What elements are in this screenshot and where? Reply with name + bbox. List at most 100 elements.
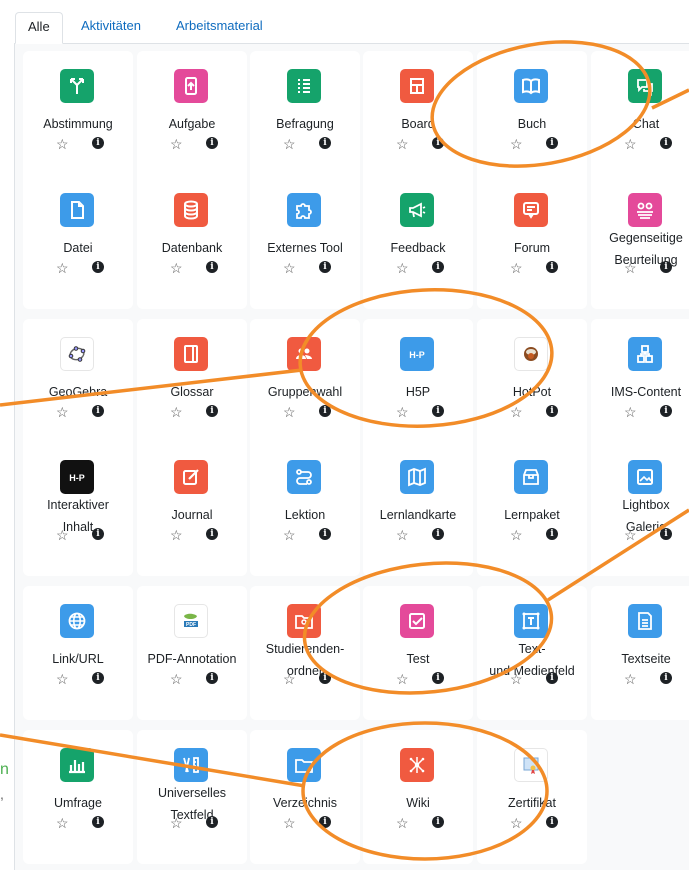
star-icon[interactable]: ☆ <box>56 672 69 686</box>
tab-all[interactable]: Alle <box>15 12 63 44</box>
star-icon[interactable]: ☆ <box>624 405 637 419</box>
activity-tile-lernpaket[interactable]: Lernpaket ☆ i <box>477 442 587 576</box>
star-icon[interactable]: ☆ <box>510 405 523 419</box>
star-icon[interactable]: ☆ <box>396 261 409 275</box>
activity-tile-verzeichnis[interactable]: Verzeichnis ☆ i <box>250 730 360 864</box>
star-icon[interactable]: ☆ <box>510 672 523 686</box>
star-icon[interactable]: ☆ <box>396 816 409 830</box>
star-icon[interactable]: ☆ <box>396 405 409 419</box>
activity-tile-test[interactable]: Test ☆ i <box>363 586 473 720</box>
activity-tile-pdf-annotation[interactable]: PDF PDF-Annotation ☆ i <box>137 586 247 720</box>
activity-tile-feedback[interactable]: Feedback ☆ i <box>363 175 473 309</box>
star-icon[interactable]: ☆ <box>283 137 296 151</box>
tab-activities[interactable]: Aktivitäten <box>69 12 153 44</box>
info-icon[interactable]: i <box>319 816 331 828</box>
activity-tile-geogebra[interactable]: GeoGebra ☆ i <box>23 319 133 453</box>
activity-tile-glossar[interactable]: Glossar ☆ i <box>137 319 247 453</box>
star-icon[interactable]: ☆ <box>283 528 296 542</box>
star-icon[interactable]: ☆ <box>56 137 69 151</box>
info-icon[interactable]: i <box>660 137 672 149</box>
activity-tile-wiki[interactable]: Wiki ☆ i <box>363 730 473 864</box>
star-icon[interactable]: ☆ <box>56 405 69 419</box>
info-icon[interactable]: i <box>206 137 218 149</box>
info-icon[interactable]: i <box>92 261 104 273</box>
star-icon[interactable]: ☆ <box>510 261 523 275</box>
star-icon[interactable]: ☆ <box>56 261 69 275</box>
info-icon[interactable]: i <box>319 261 331 273</box>
activity-tile-link-url[interactable]: Link/URL ☆ i <box>23 586 133 720</box>
info-icon[interactable]: i <box>92 672 104 684</box>
star-icon[interactable]: ☆ <box>624 137 637 151</box>
info-icon[interactable]: i <box>319 672 331 684</box>
activity-tile-befragung[interactable]: Befragung ☆ i <box>250 51 360 185</box>
info-icon[interactable]: i <box>432 405 444 417</box>
star-icon[interactable]: ☆ <box>56 528 69 542</box>
info-icon[interactable]: i <box>206 528 218 540</box>
info-icon[interactable]: i <box>546 672 558 684</box>
info-icon[interactable]: i <box>660 261 672 273</box>
activity-tile-forum[interactable]: Forum ☆ i <box>477 175 587 309</box>
star-icon[interactable]: ☆ <box>510 816 523 830</box>
activity-tile-gegenseitige-beurteilung[interactable]: Gegenseitige Beurteilung ☆ i <box>591 175 689 309</box>
info-icon[interactable]: i <box>206 672 218 684</box>
activity-tile-zertifikat[interactable]: Zertifikat ☆ i <box>477 730 587 864</box>
activity-tile-hotpot[interactable]: HotPot ☆ i <box>477 319 587 453</box>
activity-tile-journal[interactable]: Journal ☆ i <box>137 442 247 576</box>
star-icon[interactable]: ☆ <box>283 672 296 686</box>
info-icon[interactable]: i <box>546 261 558 273</box>
activity-tile-textseite[interactable]: Textseite ☆ i <box>591 586 689 720</box>
info-icon[interactable]: i <box>206 405 218 417</box>
activity-tile-datei[interactable]: Datei ☆ i <box>23 175 133 309</box>
star-icon[interactable]: ☆ <box>624 672 637 686</box>
info-icon[interactable]: i <box>206 816 218 828</box>
star-icon[interactable]: ☆ <box>170 816 183 830</box>
star-icon[interactable]: ☆ <box>396 528 409 542</box>
activity-tile-ims-content[interactable]: IMS-Content ☆ i <box>591 319 689 453</box>
activity-tile-datenbank[interactable]: Datenbank ☆ i <box>137 175 247 309</box>
star-icon[interactable]: ☆ <box>624 528 637 542</box>
star-icon[interactable]: ☆ <box>510 528 523 542</box>
info-icon[interactable]: i <box>319 405 331 417</box>
info-icon[interactable]: i <box>92 528 104 540</box>
info-icon[interactable]: i <box>546 137 558 149</box>
info-icon[interactable]: i <box>660 405 672 417</box>
activity-tile-umfrage[interactable]: Umfrage ☆ i <box>23 730 133 864</box>
activity-tile-text-und-medienfeld[interactable]: Text- und Medienfeld ☆ i <box>477 586 587 720</box>
info-icon[interactable]: i <box>432 137 444 149</box>
info-icon[interactable]: i <box>92 137 104 149</box>
star-icon[interactable]: ☆ <box>624 261 637 275</box>
activity-tile-board[interactable]: Board ☆ i <box>363 51 473 185</box>
star-icon[interactable]: ☆ <box>170 528 183 542</box>
star-icon[interactable]: ☆ <box>170 405 183 419</box>
activity-tile-lightbox-galerie[interactable]: Lightbox Galerie ☆ i <box>591 442 689 576</box>
activity-tile-studierenden-ordner[interactable]: Studierenden- ordner ☆ i <box>250 586 360 720</box>
star-icon[interactable]: ☆ <box>283 405 296 419</box>
info-icon[interactable]: i <box>660 528 672 540</box>
activity-tile-buch[interactable]: Buch ☆ i <box>477 51 587 185</box>
info-icon[interactable]: i <box>432 528 444 540</box>
activity-tile-lernlandkarte[interactable]: Lernlandkarte ☆ i <box>363 442 473 576</box>
info-icon[interactable]: i <box>432 261 444 273</box>
info-icon[interactable]: i <box>319 528 331 540</box>
star-icon[interactable]: ☆ <box>396 672 409 686</box>
star-icon[interactable]: ☆ <box>170 261 183 275</box>
star-icon[interactable]: ☆ <box>283 816 296 830</box>
info-icon[interactable]: i <box>206 261 218 273</box>
info-icon[interactable]: i <box>432 672 444 684</box>
info-icon[interactable]: i <box>546 528 558 540</box>
info-icon[interactable]: i <box>546 405 558 417</box>
activity-tile-interaktiver-inhalt[interactable]: H-P Interaktiver Inhalt ☆ i <box>23 442 133 576</box>
activity-tile-lektion[interactable]: Lektion ☆ i <box>250 442 360 576</box>
star-icon[interactable]: ☆ <box>56 816 69 830</box>
info-icon[interactable]: i <box>432 816 444 828</box>
activity-tile-aufgabe[interactable]: Aufgabe ☆ i <box>137 51 247 185</box>
star-icon[interactable]: ☆ <box>510 137 523 151</box>
activity-tile-abstimmung[interactable]: Abstimmung ☆ i <box>23 51 133 185</box>
star-icon[interactable]: ☆ <box>283 261 296 275</box>
star-icon[interactable]: ☆ <box>170 672 183 686</box>
info-icon[interactable]: i <box>546 816 558 828</box>
activity-tile-universelles-textfeld[interactable]: Universelles Textfeld ☆ i <box>137 730 247 864</box>
activity-tile-gruppenwahl[interactable]: Gruppenwahl ☆ i <box>250 319 360 453</box>
info-icon[interactable]: i <box>92 816 104 828</box>
info-icon[interactable]: i <box>92 405 104 417</box>
